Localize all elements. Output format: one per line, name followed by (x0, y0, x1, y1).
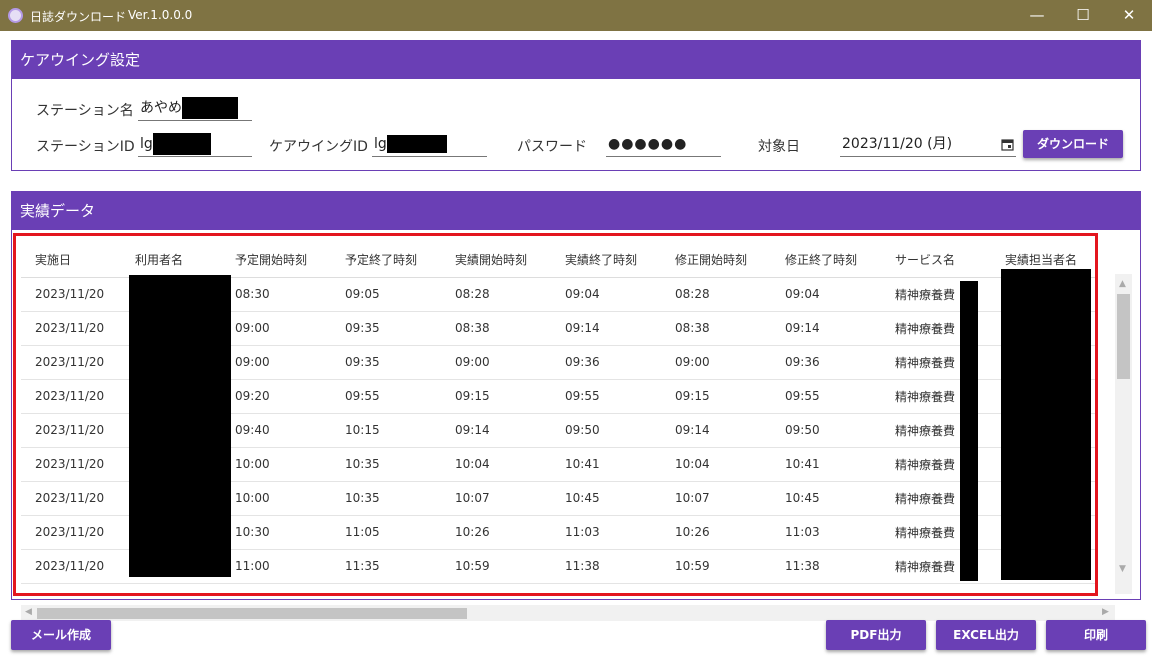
highlight-frame (13, 233, 1098, 596)
download-button[interactable]: ダウンロード (1023, 130, 1123, 158)
redaction-block (386, 135, 447, 153)
target-date-value: 2023/11/20 (月) (842, 136, 953, 152)
redaction-block (182, 97, 238, 119)
redaction-block (152, 133, 211, 155)
scroll-left-icon[interactable]: ◀ (25, 607, 32, 617)
close-button[interactable]: ✕ (1106, 0, 1152, 31)
carewing-id-label: ケアウイングID (269, 139, 368, 155)
station-name-field[interactable]: あやめ (138, 97, 252, 121)
results-header: 実績データ (12, 192, 1140, 230)
password-field[interactable]: ●●●●●● (606, 133, 721, 157)
mail-create-button[interactable]: メール作成 (11, 620, 111, 650)
vertical-scrollbar[interactable]: ▲ ▼ (1115, 274, 1132, 594)
password-label: パスワード (517, 139, 587, 155)
horizontal-scrollbar[interactable]: ◀ ▶ (21, 605, 1115, 621)
app-logo-icon (8, 8, 23, 23)
settings-panel: ケアウイング設定 ステーション名 あやめ ステーションID lg ケアウイングI… (11, 40, 1141, 171)
station-id-label: ステーションID (36, 139, 135, 155)
scroll-down-icon[interactable]: ▼ (1119, 564, 1126, 574)
station-id-value: lg (140, 136, 153, 152)
target-date-picker[interactable]: 2023/11/20 (月) (840, 133, 1016, 157)
print-button[interactable]: 印刷 (1046, 620, 1146, 650)
station-name-value: あやめ (140, 100, 182, 116)
target-date-label: 対象日 (758, 139, 800, 155)
main-content: ケアウイング設定 ステーション名 あやめ ステーションID lg ケアウイングI… (0, 31, 1152, 661)
settings-header: ケアウイング設定 (12, 41, 1140, 79)
scroll-up-icon[interactable]: ▲ (1119, 279, 1126, 289)
title-bar: 日誌ダウンロード Ver.1.0.0.0 — ☐ ✕ (0, 0, 1152, 31)
station-id-field[interactable]: lg (138, 133, 252, 157)
vertical-scroll-thumb[interactable] (1117, 294, 1130, 379)
excel-export-button[interactable]: EXCEL出力 (936, 620, 1036, 650)
calendar-icon[interactable] (1001, 138, 1014, 151)
pdf-export-button[interactable]: PDF出力 (826, 620, 926, 650)
station-name-label: ステーション名 (36, 103, 134, 119)
maximize-button[interactable]: ☐ (1060, 0, 1106, 31)
minimize-button[interactable]: — (1014, 0, 1060, 31)
app-version: Ver.1.0.0.0 (128, 8, 193, 22)
window-title: 日誌ダウンロード (30, 10, 127, 24)
carewing-id-value: lg (374, 136, 387, 152)
horizontal-scroll-thumb[interactable] (37, 608, 467, 619)
scroll-right-icon[interactable]: ▶ (1102, 607, 1109, 617)
carewing-id-field[interactable]: lg (372, 133, 487, 157)
